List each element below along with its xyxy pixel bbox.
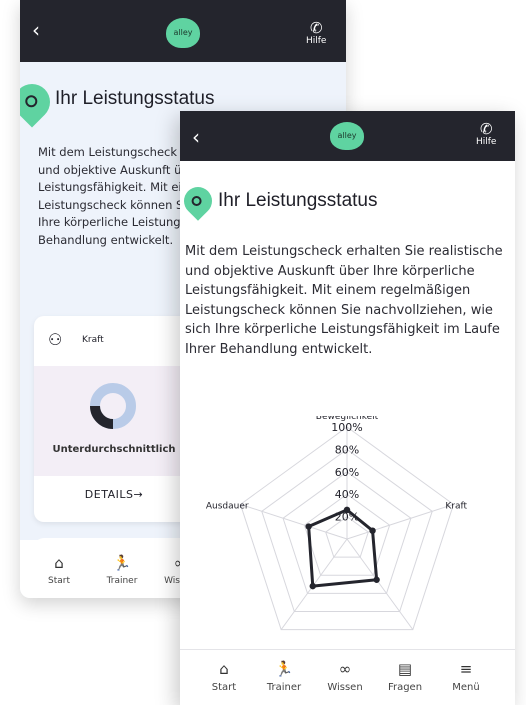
nav-menu[interactable]: ≡ Menü xyxy=(446,660,486,693)
runner-icon: 🏃 xyxy=(112,554,132,572)
nav-start[interactable]: ⌂ Start xyxy=(209,660,239,693)
help-label: Hilfe xyxy=(476,137,497,147)
nav-label: Trainer xyxy=(266,682,302,693)
nav-label: Wissen xyxy=(327,682,363,693)
donut-gauge xyxy=(90,383,136,429)
glasses-icon: ∞ xyxy=(338,660,352,678)
tick-label: 100% xyxy=(331,421,362,434)
home-icon: ⌂ xyxy=(219,660,229,678)
nav-label: Start xyxy=(48,576,70,586)
strength-icon: ⚇ xyxy=(48,330,63,349)
nav-trainer[interactable]: 🏃 Trainer xyxy=(102,554,142,586)
phone-icon: ✆ xyxy=(309,19,323,37)
grid-spoke xyxy=(346,538,414,630)
help-label: Hilfe xyxy=(306,36,327,46)
status-pin-icon xyxy=(180,181,218,221)
rating-label: Unterdurchschnittlich xyxy=(52,444,176,455)
bottom-nav: ⌂ Start 🏃 Trainer ∞ Wissen ▤ Fragen ≡ Me… xyxy=(180,649,515,705)
data-point xyxy=(309,582,316,590)
nav-label: Trainer xyxy=(106,576,138,586)
nav-trainer[interactable]: 🏃 Trainer xyxy=(264,660,304,693)
app-header: ‹ alley ✆ Hilfe xyxy=(20,0,346,62)
grid-spoke xyxy=(240,503,348,540)
back-button[interactable]: ‹ xyxy=(192,125,200,149)
tick-label: 60% xyxy=(335,466,359,479)
nav-start[interactable]: ⌂ Start xyxy=(44,554,74,586)
home-icon: ⌂ xyxy=(54,554,64,572)
card-label: Kraft xyxy=(82,335,104,345)
alley-logo: alley xyxy=(166,18,200,48)
alley-logo: alley xyxy=(330,122,364,150)
app-header: ‹ alley ✆ Hilfe xyxy=(180,111,515,161)
help-button[interactable]: ✆ Hilfe xyxy=(306,20,326,46)
menu-icon: ≡ xyxy=(459,660,473,678)
strength-card[interactable]: ⚇ Kraft Unterdurchschnittlich DETAILS→ xyxy=(34,316,194,522)
help-button[interactable]: ✆ Hilfe xyxy=(476,121,496,147)
axis-label: Beweglichkeit xyxy=(316,416,379,422)
nav-fragen[interactable]: ▤ Fragen xyxy=(383,660,427,693)
page-title: Ihr Leistungsstatus xyxy=(218,190,378,211)
page-title: Ihr Leistungsstatus xyxy=(55,88,215,109)
nav-label: Fragen xyxy=(387,682,423,693)
axis-label: Ausdauer xyxy=(206,501,249,511)
tick-label: 40% xyxy=(335,488,359,501)
data-point xyxy=(373,576,380,583)
status-pin-icon xyxy=(20,76,58,128)
data-point xyxy=(305,523,312,530)
runner-icon: 🏃 xyxy=(274,660,294,678)
tick-label: 80% xyxy=(335,443,359,456)
clipboard-icon: ▤ xyxy=(397,660,413,678)
back-button[interactable]: ‹ xyxy=(32,18,40,42)
data-point xyxy=(369,527,376,534)
axis-label: Kraft xyxy=(445,501,467,511)
performance-radar-chart: 20%40%60%80%100%BeweglichkeitKraftAusdau… xyxy=(206,416,468,631)
description-text: Mit dem Leistungscheck erhalten Sie real… xyxy=(185,244,503,357)
nav-label: Start xyxy=(211,682,237,693)
front-phone-screen: ‹ alley ✆ Hilfe Ihr Leistungsstatus Mit … xyxy=(180,111,515,705)
phone-icon: ✆ xyxy=(479,120,493,138)
data-point xyxy=(343,506,351,514)
nav-wissen[interactable]: ∞ Wissen xyxy=(323,660,367,693)
nav-label: Menü xyxy=(452,682,480,693)
details-button[interactable]: DETAILS→ xyxy=(34,488,194,501)
